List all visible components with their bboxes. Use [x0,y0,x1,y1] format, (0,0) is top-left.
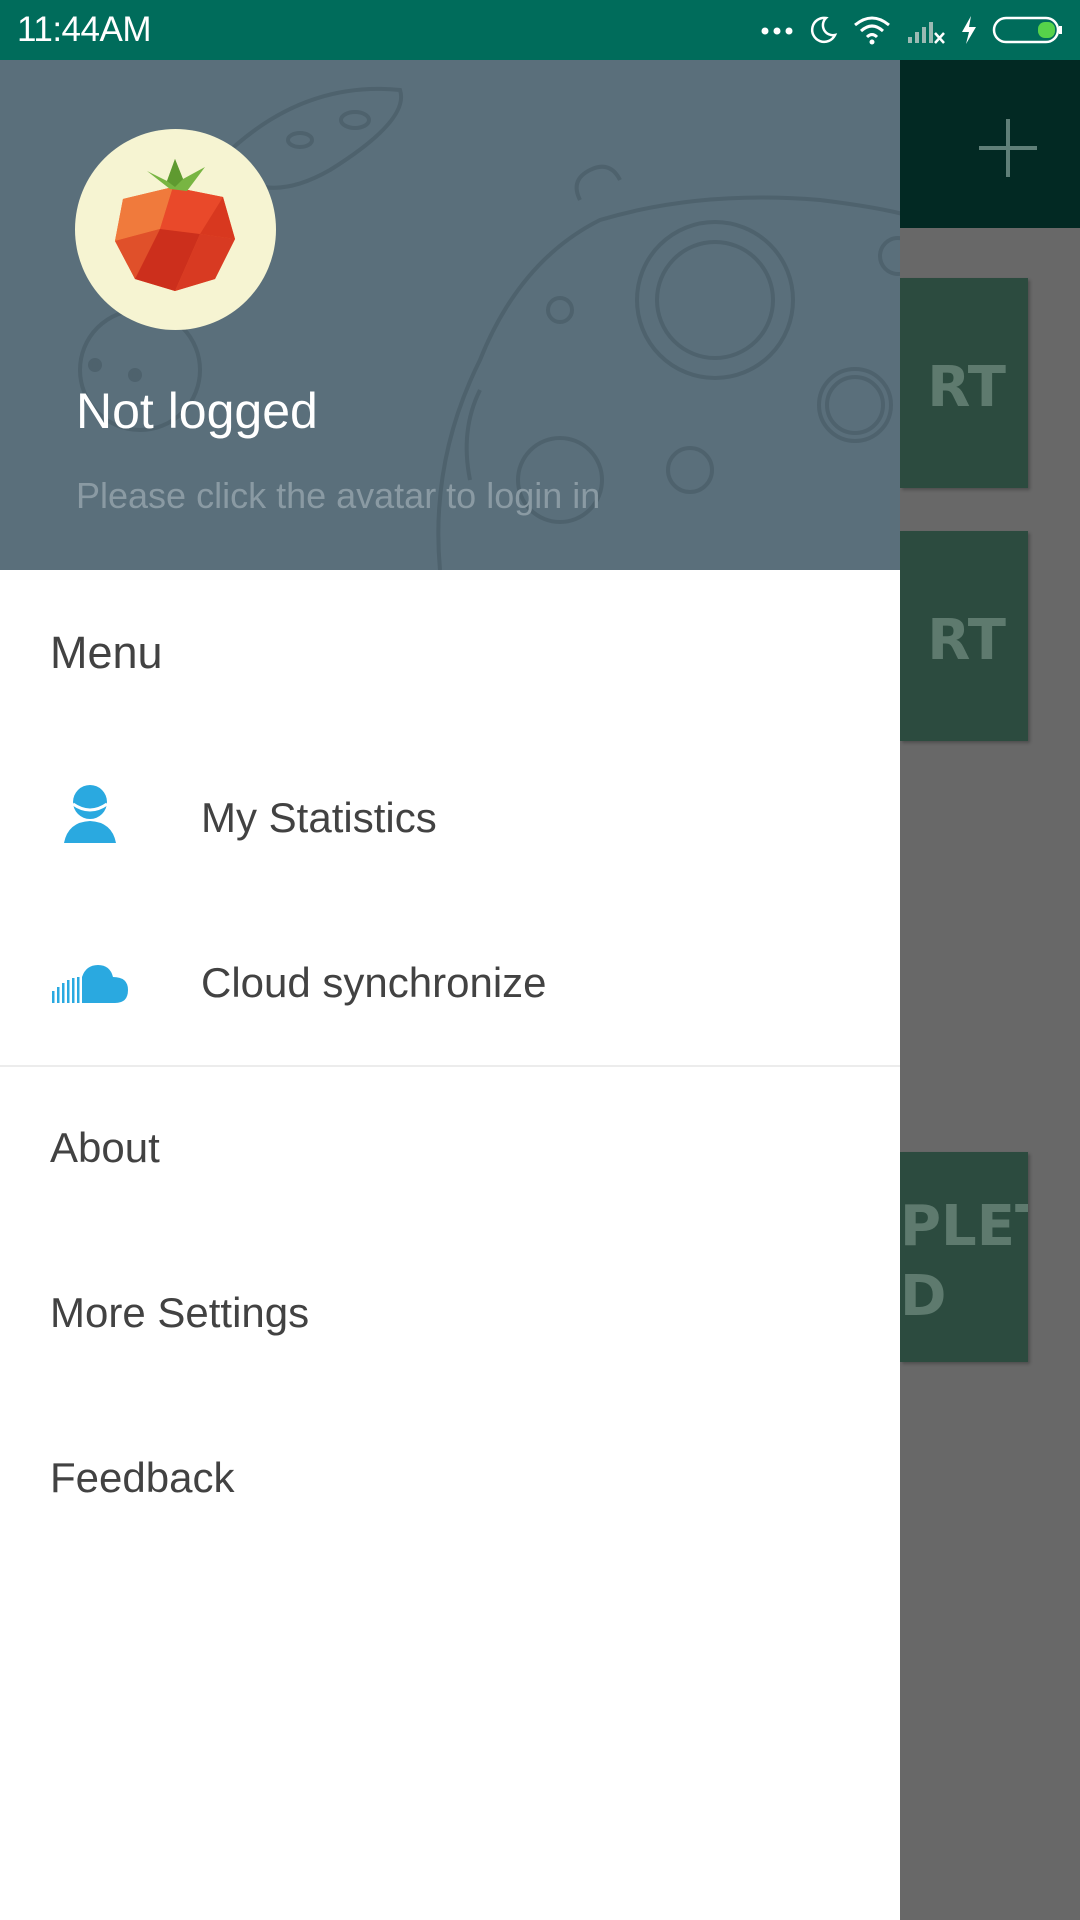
menu-item-cloud-synchronize[interactable]: Cloud synchronize [0,901,900,1066]
tomato-icon [115,159,235,291]
wifi-icon [854,16,890,45]
battery-icon [992,16,1062,44]
login-hint: Please click the avatar to login in [76,475,601,516]
menu-item-label: My Statistics [201,794,437,841]
menu-item-more-settings[interactable]: More Settings [0,1231,900,1396]
add-icon[interactable] [975,115,1041,181]
signal-icon [908,22,945,44]
menu-section-title: Menu [50,627,163,678]
more-dots-icon [761,27,793,35]
avatar-button[interactable] [75,129,276,330]
menu-item-label: Feedback [50,1454,235,1501]
user-icon [64,785,116,843]
task-card[interactable]: PLET D [900,1152,1028,1362]
moon-icon [810,16,838,44]
status-time: 11:44AM [17,10,152,49]
menu-item-about[interactable]: About [0,1066,900,1231]
menu-item-my-statistics[interactable]: My Statistics [0,736,900,901]
status-bar: 11:44AM [0,0,1080,60]
task-card-label: PLET D [900,1194,1028,1329]
task-card[interactable]: RT [900,531,1028,741]
cloud-icon [52,965,128,1003]
user-name: Not logged [76,383,318,439]
status-icons [760,0,1064,60]
menu-item-label: More Settings [50,1289,310,1336]
task-card-label: RT [927,355,1006,420]
menu-item-label: Cloud synchronize [201,959,547,1006]
menu-item-feedback[interactable]: Feedback [0,1396,900,1561]
navigation-drawer: Not logged Please click the avatar to lo… [0,60,900,1920]
screen: 11:44AM RT RT PLE D Not logged Please cl… [0,0,1080,1920]
task-card-label: RT [927,608,1006,673]
menu-item-label: About [50,1124,160,1171]
charging-icon [962,16,976,44]
task-card[interactable]: RT [900,278,1028,488]
drawer-header: Not logged Please click the avatar to lo… [0,60,900,570]
